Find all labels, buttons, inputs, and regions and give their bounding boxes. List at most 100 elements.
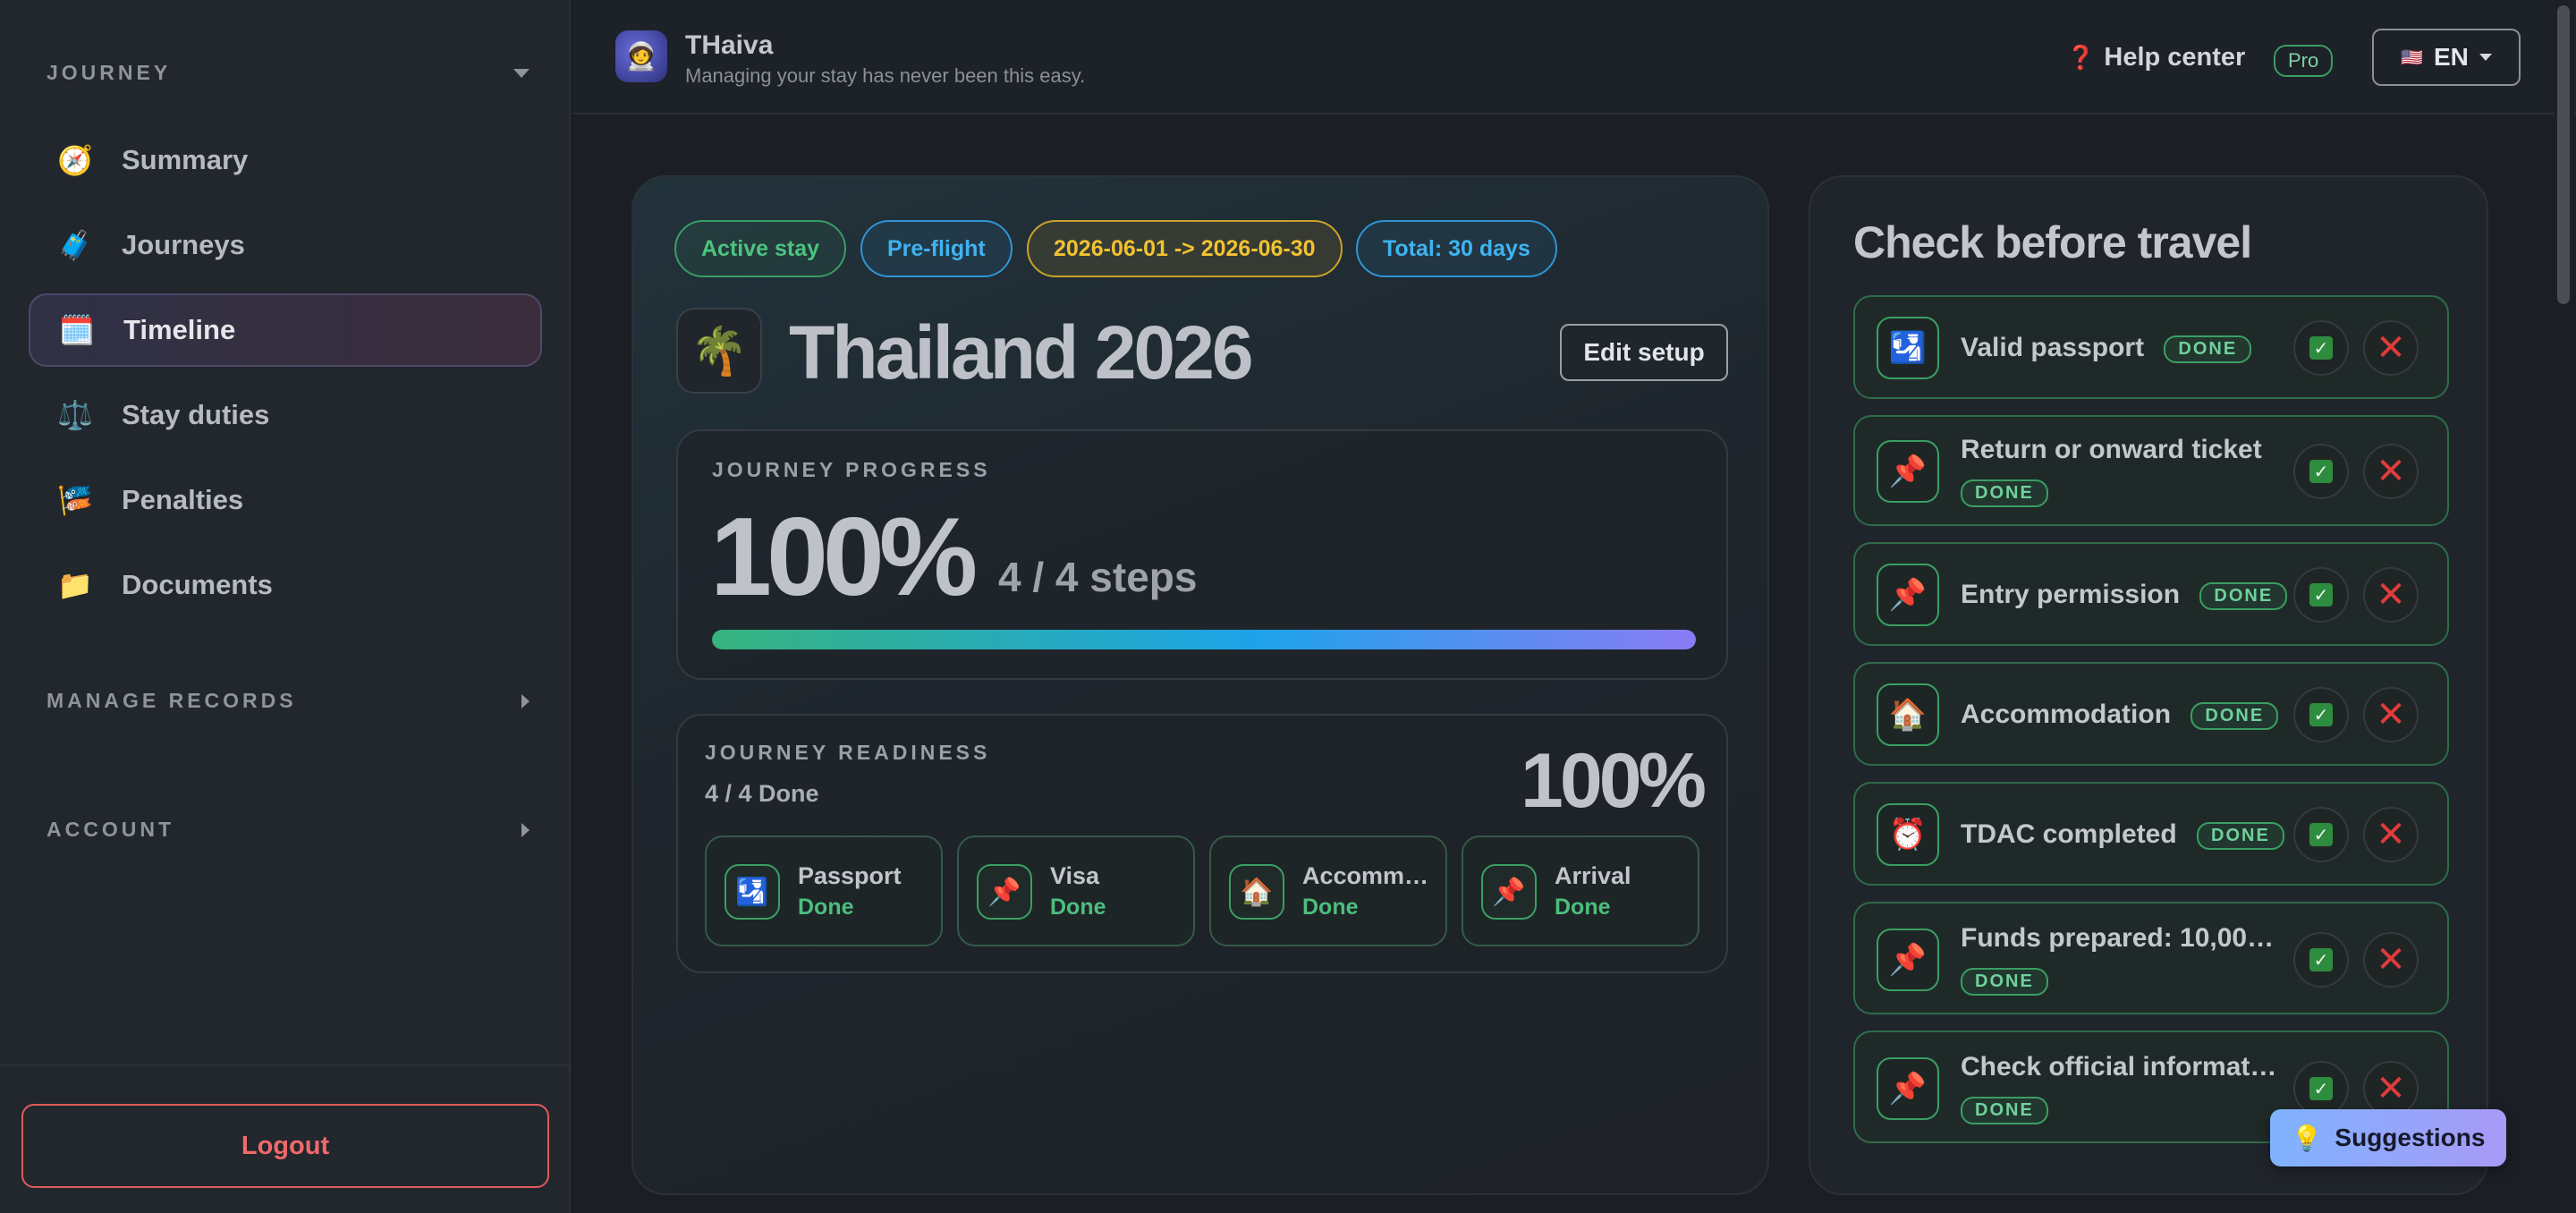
sidebar-item-summary[interactable]: 🧭 Summary — [29, 123, 542, 197]
journey-section-label: JOURNEY — [47, 61, 172, 84]
sidebar-item-label: Stay duties — [122, 399, 270, 430]
house-icon: 🏠 — [1877, 683, 1939, 746]
readiness-item-arrival[interactable]: 📌 Arrival Done — [1462, 836, 1699, 946]
lightbulb-icon: 💡 — [2291, 1124, 2323, 1152]
sidebar: JOURNEY 🧭 Summary 🧳 Journeys 🗓️ Timeline… — [0, 0, 571, 1213]
mark-done-button[interactable]: ✓ — [2293, 807, 2349, 862]
sidebar-footer: Logout — [0, 1065, 569, 1213]
sidebar-item-timeline[interactable]: 🗓️ Timeline — [29, 293, 542, 367]
mark-undone-button[interactable]: ✕ — [2363, 567, 2419, 623]
logout-button[interactable]: Logout — [21, 1104, 549, 1188]
checklist-item-text: Funds prepared: 10,000 THB per person — [1961, 923, 2283, 953]
language-label: EN — [2434, 43, 2469, 71]
mark-done-button[interactable]: ✓ — [2293, 932, 2349, 988]
readiness-item-visa[interactable]: 📌 Visa Done — [957, 836, 1195, 946]
account-label: ACCOUNT — [47, 818, 174, 841]
app-name: THaiva — [685, 30, 774, 60]
mark-undone-button[interactable]: ✕ — [2363, 932, 2419, 988]
help-center-link[interactable]: ❓ Help center — [2066, 43, 2245, 72]
close-icon: ✕ — [2376, 695, 2406, 734]
phase-chip: Pre-flight — [860, 220, 1013, 277]
scrollbar-thumb[interactable] — [2557, 5, 2570, 304]
checklist-item: 🏠 Accommodation DONE ✓ ✕ — [1853, 662, 2449, 766]
readiness-item-name: Passport — [798, 862, 902, 889]
edit-setup-button[interactable]: Edit setup — [1560, 324, 1728, 381]
manage-records-toggle[interactable]: MANAGE RECORDS — [47, 689, 530, 713]
readiness-item-status: Done — [1555, 895, 1611, 920]
sidebar-item-stay-duties[interactable]: ⚖️ Stay duties — [29, 378, 542, 452]
account-toggle[interactable]: ACCOUNT — [47, 818, 530, 842]
page-scrollbar[interactable] — [2555, 0, 2574, 1213]
sidebar-item-documents[interactable]: 📁 Documents — [29, 548, 542, 622]
pushpin-icon: 📌 — [1877, 1057, 1939, 1120]
check-icon: ✓ — [2309, 823, 2333, 846]
readiness-item-name: Visa — [1050, 862, 1100, 889]
mark-undone-button[interactable]: ✕ — [2363, 687, 2419, 742]
mark-undone-button[interactable]: ✕ — [2363, 444, 2419, 499]
language-select[interactable]: 🇺🇸 EN — [2372, 29, 2521, 86]
close-icon: ✕ — [2376, 940, 2406, 980]
readiness-count: 4 / 4 Done — [705, 780, 819, 807]
pinwheel-icon: 🎏 — [57, 484, 93, 516]
chevron-right-icon — [521, 822, 530, 837]
readiness-item-status: Done — [1302, 895, 1359, 920]
checklist-item-text: Valid passport — [1961, 333, 2145, 362]
readiness-item-status: Done — [798, 895, 854, 920]
suggestions-button[interactable]: 💡 Suggestions — [2270, 1109, 2506, 1166]
sidebar-item-journeys[interactable]: 🧳 Journeys — [29, 208, 542, 282]
done-badge: DONE — [1961, 1097, 2048, 1124]
pushpin-icon: 📌 — [977, 864, 1032, 920]
manage-records-label: MANAGE RECORDS — [47, 689, 297, 712]
top-header: 🧑‍🚀 THaiva Managing your stay has never … — [572, 0, 2576, 115]
calendar-icon: 🗓️ — [59, 314, 95, 346]
sidebar-item-label: Timeline — [123, 314, 236, 345]
help-center-label: Help center — [2104, 43, 2246, 72]
mark-done-button[interactable]: ✓ — [2293, 687, 2349, 742]
pushpin-icon: 📌 — [1877, 564, 1939, 626]
checklist-item-text: TDAC completed — [1961, 819, 2177, 849]
done-badge: DONE — [2164, 335, 2252, 363]
sidebar-item-label: Summary — [122, 144, 249, 175]
progress-bar-fill — [712, 630, 1696, 649]
mark-done-button[interactable]: ✓ — [2293, 567, 2349, 623]
total-days-chip: Total: 30 days — [1356, 220, 1557, 277]
readiness-item-accommodation[interactable]: 🏠 Accommodation Done — [1209, 836, 1447, 946]
folder-icon: 📁 — [57, 569, 93, 601]
journey-card: Active stay Pre-flight 2026-06-01 -> 202… — [631, 175, 1769, 1195]
status-chip: Active stay — [674, 220, 847, 277]
mark-done-button[interactable]: ✓ — [2293, 1061, 2349, 1116]
checklist-item-text: Return or onward ticket — [1961, 435, 2262, 464]
chevron-right-icon — [521, 693, 530, 708]
checklist-item: 📌 Entry permission DONE ✓ ✕ — [1853, 542, 2449, 646]
passport-icon: 🛂 — [1877, 317, 1939, 379]
checklist-item-text: Entry permission — [1961, 580, 2181, 609]
mark-done-button[interactable]: ✓ — [2293, 444, 2349, 499]
readiness-item-name: Arrival — [1555, 862, 1631, 889]
mark-undone-button[interactable]: ✕ — [2363, 807, 2419, 862]
close-icon: ✕ — [2376, 1069, 2406, 1108]
checklist-item-text: Check official information — [1961, 1052, 2283, 1082]
mark-undone-button[interactable]: ✕ — [2363, 1061, 2419, 1116]
check-icon: ✓ — [2309, 948, 2333, 971]
readiness-item-status: Done — [1050, 895, 1106, 920]
done-badge: DONE — [2199, 581, 2288, 610]
checklist-title: Check before travel — [1853, 217, 2252, 267]
luggage-icon: 🧳 — [57, 229, 93, 261]
checklist-item: 🛂 Valid passport DONE ✓ ✕ — [1853, 295, 2449, 399]
readiness-item-passport[interactable]: 🛂 Passport Done — [705, 836, 943, 946]
plan-badge: Pro — [2274, 45, 2334, 77]
mark-done-button[interactable]: ✓ — [2293, 320, 2349, 376]
check-icon: ✓ — [2309, 1077, 2333, 1100]
sidebar-item-penalties[interactable]: 🎏 Penalties — [29, 463, 542, 537]
sidebar-item-label: Journeys — [122, 229, 245, 260]
progress-label: JOURNEY PROGRESS — [712, 458, 991, 481]
pushpin-icon: 📌 — [1481, 864, 1537, 920]
compass-icon: 🧭 — [57, 144, 93, 176]
journey-section-toggle[interactable]: JOURNEY — [47, 61, 530, 85]
journey-title: Thailand 2026 — [789, 310, 1254, 394]
alarm-clock-icon: ⏰ — [1877, 803, 1939, 866]
checklist-item: 📌 Funds prepared: 10,000 THB per person … — [1853, 902, 2449, 1014]
suggestions-label: Suggestions — [2334, 1124, 2486, 1151]
progress-steps: 4 / 4 steps — [998, 554, 1198, 600]
mark-undone-button[interactable]: ✕ — [2363, 320, 2419, 376]
